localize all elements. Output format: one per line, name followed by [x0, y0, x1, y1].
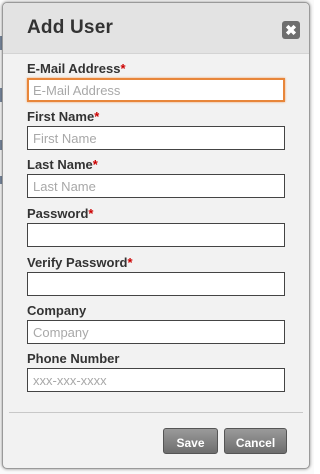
dialog-header: Add User ✖ [3, 3, 309, 54]
last-name-field-group: Last Name* [27, 157, 285, 198]
last-name-input[interactable] [27, 174, 285, 198]
required-marker: * [127, 255, 133, 270]
company-input[interactable] [27, 320, 285, 344]
required-marker: * [94, 109, 100, 124]
required-marker: * [120, 61, 126, 76]
close-icon: ✖ [285, 22, 297, 38]
last-name-label: Last Name [27, 157, 93, 172]
company-label: Company [27, 303, 87, 318]
first-name-label: First Name [27, 109, 95, 124]
first-name-field-group: First Name* [27, 109, 285, 150]
verify-password-input[interactable] [27, 272, 285, 296]
add-user-dialog: Add User ✖ E-Mail Address* First Name* L… [2, 2, 310, 469]
password-input[interactable] [27, 223, 285, 247]
email-input[interactable] [27, 78, 285, 102]
email-field-group: E-Mail Address* [27, 61, 285, 102]
phone-label: Phone Number [27, 351, 120, 366]
verify-password-label: Verify Password [27, 255, 128, 270]
save-button[interactable]: Save [163, 428, 218, 454]
required-marker: * [88, 206, 94, 221]
verify-password-field-group: Verify Password* [27, 255, 285, 296]
required-marker: * [92, 157, 98, 172]
close-button[interactable]: ✖ [282, 21, 300, 39]
password-field-group: Password* [27, 206, 285, 247]
footer-divider [9, 412, 303, 413]
password-label: Password [27, 206, 89, 221]
cancel-button[interactable]: Cancel [224, 428, 287, 454]
company-field-group: Company [27, 303, 285, 344]
phone-input[interactable] [27, 368, 285, 392]
phone-field-group: Phone Number [27, 351, 285, 392]
email-label: E-Mail Address [27, 61, 121, 76]
dialog-title: Add User [27, 17, 114, 38]
first-name-input[interactable] [27, 126, 285, 150]
